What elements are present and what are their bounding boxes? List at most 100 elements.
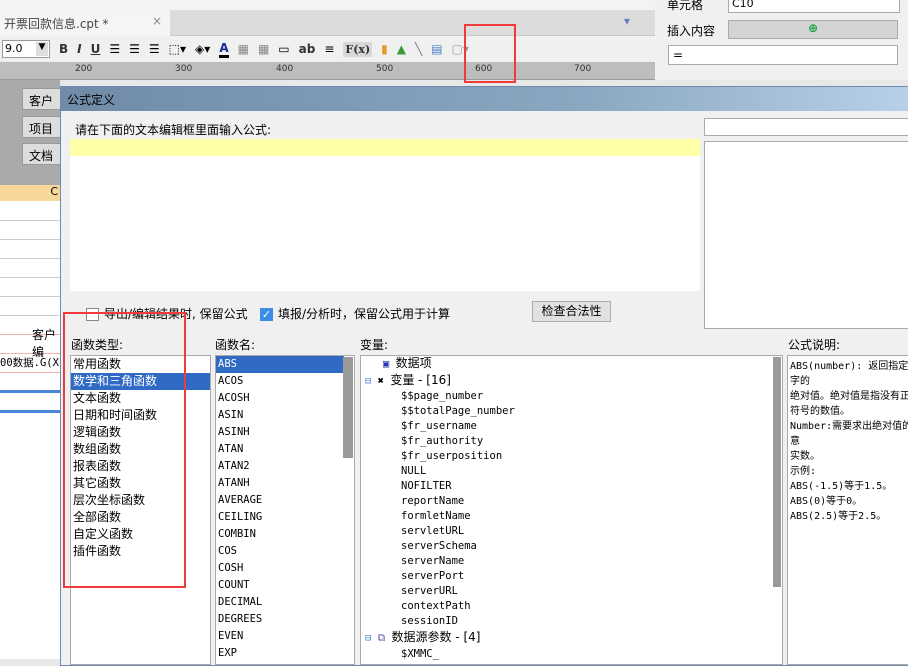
- subreport-icon[interactable]: ▤: [431, 42, 442, 56]
- tree-leaf[interactable]: $$totalPage_number: [361, 404, 782, 419]
- formula-editor[interactable]: [70, 139, 700, 291]
- tree-leaf[interactable]: $XMMC_: [361, 646, 782, 663]
- function-item[interactable]: ATAN: [216, 441, 344, 458]
- panel-toggle-icon[interactable]: ▾: [624, 14, 630, 28]
- align-left-icon[interactable]: ☰: [109, 42, 120, 56]
- insert-content-label: 插入内容: [667, 24, 716, 38]
- tree-leaf[interactable]: NULL: [361, 464, 782, 479]
- function-item[interactable]: ACOSH: [216, 390, 344, 407]
- text-cell-button[interactable]: ab: [299, 42, 316, 56]
- node-label: 变量 - [16]: [390, 373, 451, 387]
- tree-leaf[interactable]: serverURL: [361, 584, 782, 599]
- formula-description: ABS(number): 返回指定数字的 绝对值。绝对值是指没有正负 符号的数值。 N…: [787, 355, 908, 665]
- ruler-tick: 200: [75, 64, 93, 74]
- cell-data[interactable]: 00数据.G(X: [0, 355, 59, 370]
- function-item[interactable]: COUNT: [216, 577, 344, 594]
- function-item[interactable]: ATANH: [216, 475, 344, 492]
- highlight-formula-button: [464, 24, 516, 83]
- preview-area: [704, 141, 908, 329]
- tree-leaf[interactable]: $fr_username: [361, 419, 782, 434]
- scrollbar[interactable]: [343, 357, 353, 458]
- checkbox-checked[interactable]: ✓: [260, 308, 273, 321]
- ruler: 200 300 400 500 600 700: [0, 62, 655, 80]
- description-line: 符号的数值。: [790, 406, 850, 417]
- tree-node-ds-params[interactable]: ⊟ ⧉ 数据源参数 - [4]: [361, 629, 782, 646]
- parameter-icon: ⧉: [377, 632, 386, 644]
- formula-button[interactable]: F(x): [343, 41, 373, 57]
- formula-field[interactable]: =: [668, 45, 898, 65]
- function-item[interactable]: EXP: [216, 645, 344, 662]
- description-line: ABS(2.5)等于2.5。: [790, 511, 887, 522]
- tree-leaf[interactable]: serverName: [361, 554, 782, 569]
- dialog-title: 公式定义: [61, 87, 908, 111]
- cell-label: 单元格: [667, 0, 704, 12]
- function-item[interactable]: ABS: [216, 356, 344, 373]
- cell-input[interactable]: C10: [728, 0, 900, 13]
- split-cells-icon[interactable]: ▦: [258, 42, 269, 56]
- quick-access-bar: [0, 0, 655, 10]
- slash-icon[interactable]: ╲: [415, 42, 422, 56]
- underline-button[interactable]: U: [91, 42, 101, 56]
- tab-title: 开票回款信息.cpt *: [4, 17, 109, 31]
- option-keep-formula-fill[interactable]: ✓ 填报/分析时，保留公式用于计算: [260, 305, 450, 322]
- tree-leaf[interactable]: reportName: [361, 494, 782, 509]
- add-content-button[interactable]: ⊕: [728, 20, 898, 39]
- fill-color-icon[interactable]: ◈▾: [195, 42, 210, 56]
- font-size-select[interactable]: 9.0: [2, 40, 50, 58]
- variable-icon: ✖: [377, 375, 384, 387]
- function-item[interactable]: ACOS: [216, 373, 344, 390]
- sheet-grid[interactable]: 客户编 00数据.G(X: [0, 201, 60, 659]
- function-list: ABS ACOS ACOSH ASIN ASINH ATAN ATAN2 ATANH AVERA…: [215, 355, 355, 665]
- function-label: 函数名:: [215, 338, 256, 352]
- ruler-tick: 400: [276, 64, 294, 74]
- tree-leaf[interactable]: sessionID: [361, 614, 782, 629]
- merge-cells-icon[interactable]: ▦: [238, 42, 249, 56]
- function-item[interactable]: COS: [216, 543, 344, 560]
- align-center-icon[interactable]: ☰: [129, 42, 140, 56]
- formula-prompt: 请在下面的文本编辑框里面输入公式:: [75, 123, 272, 137]
- bold-button[interactable]: B: [59, 42, 68, 56]
- function-item[interactable]: CEILING: [216, 509, 344, 526]
- tree-leaf[interactable]: $$page_number: [361, 389, 782, 404]
- tree-node-data-items[interactable]: ▣ 数据项: [361, 356, 782, 372]
- ruler-tick: 500: [376, 64, 394, 74]
- tree-leaf[interactable]: $fr_userposition: [361, 449, 782, 464]
- function-item[interactable]: ASINH: [216, 424, 344, 441]
- function-item[interactable]: COSH: [216, 560, 344, 577]
- tree-leaf[interactable]: formletName: [361, 509, 782, 524]
- function-item[interactable]: AVERAGE: [216, 492, 344, 509]
- function-item[interactable]: DECIMAL: [216, 594, 344, 611]
- align-right-icon[interactable]: ☰: [149, 42, 160, 56]
- highlight-category-list: [63, 312, 186, 588]
- italic-button[interactable]: I: [77, 42, 81, 56]
- search-input[interactable]: [704, 118, 908, 136]
- chart-icon[interactable]: ▮: [381, 42, 388, 56]
- check-validity-button[interactable]: 检查合法性: [532, 301, 611, 322]
- function-item[interactable]: ASIN: [216, 407, 344, 424]
- tab-report-file[interactable]: 开票回款信息.cpt * ×: [0, 10, 170, 36]
- function-item[interactable]: DEGREES: [216, 611, 344, 628]
- function-item[interactable]: COMBIN: [216, 526, 344, 543]
- option-label: 填报/分析时，保留公式用于计算: [278, 307, 451, 321]
- text-field-icon[interactable]: ▭: [278, 42, 289, 56]
- cell-property-panel: 单元格 C10 插入内容 ⊕ =: [655, 0, 908, 80]
- tree-leaf[interactable]: $fr_authority: [361, 434, 782, 449]
- tree-leaf[interactable]: serverPort: [361, 569, 782, 584]
- collapse-icon[interactable]: ⊟: [365, 632, 371, 644]
- tree-leaf[interactable]: serverSchema: [361, 539, 782, 554]
- function-item[interactable]: EVEN: [216, 628, 344, 645]
- border-icon[interactable]: ⬚▾: [169, 42, 186, 56]
- tree-leaf[interactable]: servletURL: [361, 524, 782, 539]
- font-color-button[interactable]: A: [219, 41, 229, 58]
- description-line: Number:需要求出绝对值的任意: [790, 421, 908, 447]
- list-icon[interactable]: ≡: [324, 42, 334, 56]
- collapse-icon[interactable]: ⊟: [365, 375, 371, 387]
- image-icon[interactable]: ▲: [397, 42, 406, 56]
- close-icon[interactable]: ×: [152, 14, 162, 28]
- formula-line: [70, 139, 700, 156]
- column-header[interactable]: C: [0, 185, 60, 201]
- tree-leaf[interactable]: NOFILTER: [361, 479, 782, 494]
- function-item[interactable]: ATAN2: [216, 458, 344, 475]
- tree-leaf[interactable]: contextPath: [361, 599, 782, 614]
- tree-node-variables[interactable]: ⊟ ✖ 变量 - [16]: [361, 372, 782, 389]
